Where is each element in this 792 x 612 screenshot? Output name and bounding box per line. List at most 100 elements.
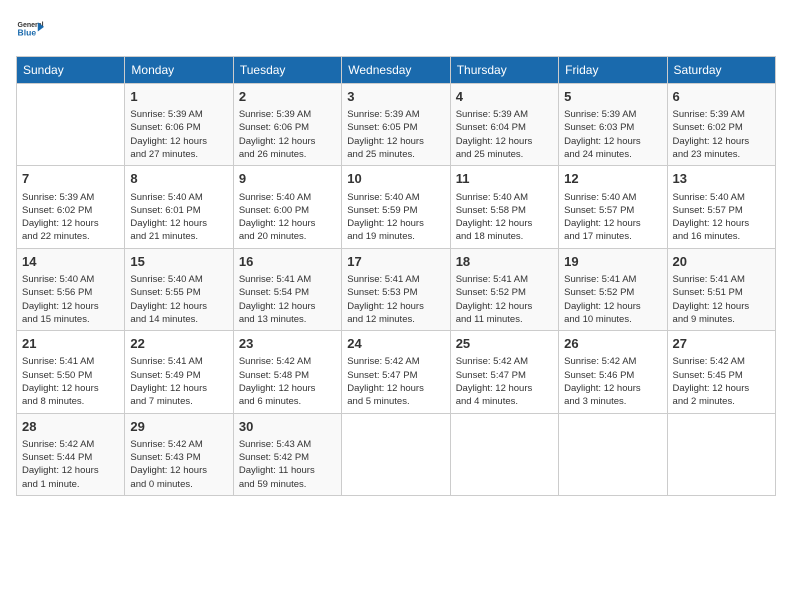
day-number: 8 <box>130 170 227 188</box>
calendar-cell: 14 Sunrise: 5:40 AM Sunset: 5:56 PM Dayli… <box>17 248 125 330</box>
calendar-table: SundayMondayTuesdayWednesdayThursdayFrid… <box>16 56 776 496</box>
day-number: 22 <box>130 335 227 353</box>
day-info: Sunrise: 5:39 AM Sunset: 6:03 PM Dayligh… <box>564 108 661 161</box>
calendar-cell <box>450 413 558 495</box>
day-info: Sunrise: 5:42 AM Sunset: 5:48 PM Dayligh… <box>239 355 336 408</box>
svg-text:Blue: Blue <box>18 27 37 37</box>
calendar-cell: 5 Sunrise: 5:39 AM Sunset: 6:03 PM Daylig… <box>559 84 667 166</box>
day-number: 7 <box>22 170 119 188</box>
day-info: Sunrise: 5:39 AM Sunset: 6:04 PM Dayligh… <box>456 108 553 161</box>
day-number: 6 <box>673 88 770 106</box>
day-info: Sunrise: 5:40 AM Sunset: 5:56 PM Dayligh… <box>22 273 119 326</box>
day-number: 23 <box>239 335 336 353</box>
day-number: 4 <box>456 88 553 106</box>
day-info: Sunrise: 5:40 AM Sunset: 6:00 PM Dayligh… <box>239 191 336 244</box>
day-info: Sunrise: 5:40 AM Sunset: 6:01 PM Dayligh… <box>130 191 227 244</box>
calendar-cell: 12 Sunrise: 5:40 AM Sunset: 5:57 PM Dayli… <box>559 166 667 248</box>
calendar-cell: 16 Sunrise: 5:41 AM Sunset: 5:54 PM Dayli… <box>233 248 341 330</box>
calendar-week-2: 14 Sunrise: 5:40 AM Sunset: 5:56 PM Dayli… <box>17 248 776 330</box>
day-info: Sunrise: 5:42 AM Sunset: 5:43 PM Dayligh… <box>130 438 227 491</box>
calendar-cell: 2 Sunrise: 5:39 AM Sunset: 6:06 PM Daylig… <box>233 84 341 166</box>
day-number: 13 <box>673 170 770 188</box>
day-number: 16 <box>239 253 336 271</box>
day-info: Sunrise: 5:39 AM Sunset: 6:05 PM Dayligh… <box>347 108 444 161</box>
day-number: 19 <box>564 253 661 271</box>
day-number: 3 <box>347 88 444 106</box>
calendar-cell: 15 Sunrise: 5:40 AM Sunset: 5:55 PM Dayli… <box>125 248 233 330</box>
calendar-cell: 6 Sunrise: 5:39 AM Sunset: 6:02 PM Daylig… <box>667 84 775 166</box>
day-info: Sunrise: 5:41 AM Sunset: 5:54 PM Dayligh… <box>239 273 336 326</box>
day-number: 18 <box>456 253 553 271</box>
day-info: Sunrise: 5:41 AM Sunset: 5:52 PM Dayligh… <box>456 273 553 326</box>
day-number: 12 <box>564 170 661 188</box>
calendar-cell: 17 Sunrise: 5:41 AM Sunset: 5:53 PM Dayli… <box>342 248 450 330</box>
day-info: Sunrise: 5:40 AM Sunset: 5:57 PM Dayligh… <box>564 191 661 244</box>
calendar-cell: 10 Sunrise: 5:40 AM Sunset: 5:59 PM Dayli… <box>342 166 450 248</box>
calendar-cell: 19 Sunrise: 5:41 AM Sunset: 5:52 PM Dayli… <box>559 248 667 330</box>
day-info: Sunrise: 5:40 AM Sunset: 5:58 PM Dayligh… <box>456 191 553 244</box>
calendar-cell: 29 Sunrise: 5:42 AM Sunset: 5:43 PM Dayli… <box>125 413 233 495</box>
calendar-cell: 4 Sunrise: 5:39 AM Sunset: 6:04 PM Daylig… <box>450 84 558 166</box>
calendar-cell: 20 Sunrise: 5:41 AM Sunset: 5:51 PM Dayli… <box>667 248 775 330</box>
day-info: Sunrise: 5:40 AM Sunset: 5:57 PM Dayligh… <box>673 191 770 244</box>
day-number: 11 <box>456 170 553 188</box>
calendar-cell: 18 Sunrise: 5:41 AM Sunset: 5:52 PM Dayli… <box>450 248 558 330</box>
header-cell-wednesday: Wednesday <box>342 57 450 84</box>
day-info: Sunrise: 5:40 AM Sunset: 5:59 PM Dayligh… <box>347 191 444 244</box>
calendar-cell: 25 Sunrise: 5:42 AM Sunset: 5:47 PM Dayli… <box>450 331 558 413</box>
calendar-cell <box>667 413 775 495</box>
day-info: Sunrise: 5:42 AM Sunset: 5:47 PM Dayligh… <box>347 355 444 408</box>
day-info: Sunrise: 5:41 AM Sunset: 5:52 PM Dayligh… <box>564 273 661 326</box>
day-info: Sunrise: 5:42 AM Sunset: 5:44 PM Dayligh… <box>22 438 119 491</box>
day-info: Sunrise: 5:41 AM Sunset: 5:50 PM Dayligh… <box>22 355 119 408</box>
header-cell-thursday: Thursday <box>450 57 558 84</box>
calendar-week-0: 1 Sunrise: 5:39 AM Sunset: 6:06 PM Daylig… <box>17 84 776 166</box>
calendar-cell <box>342 413 450 495</box>
calendar-cell: 23 Sunrise: 5:42 AM Sunset: 5:48 PM Dayli… <box>233 331 341 413</box>
day-number: 15 <box>130 253 227 271</box>
calendar-cell: 7Sunrise: 5:39 AM Sunset: 6:02 PM Daylig… <box>17 166 125 248</box>
calendar-cell: 3 Sunrise: 5:39 AM Sunset: 6:05 PM Daylig… <box>342 84 450 166</box>
day-info: Sunrise: 5:41 AM Sunset: 5:49 PM Dayligh… <box>130 355 227 408</box>
day-info: Sunrise: 5:42 AM Sunset: 5:45 PM Dayligh… <box>673 355 770 408</box>
calendar-cell: 13 Sunrise: 5:40 AM Sunset: 5:57 PM Dayli… <box>667 166 775 248</box>
calendar-cell: 21 Sunrise: 5:41 AM Sunset: 5:50 PM Dayli… <box>17 331 125 413</box>
day-number: 10 <box>347 170 444 188</box>
calendar-cell: 28 Sunrise: 5:42 AM Sunset: 5:44 PM Dayli… <box>17 413 125 495</box>
day-number: 14 <box>22 253 119 271</box>
day-number: 28 <box>22 418 119 436</box>
day-info: Sunrise: 5:41 AM Sunset: 5:53 PM Dayligh… <box>347 273 444 326</box>
day-info: Sunrise: 5:39 AM Sunset: 6:02 PM Dayligh… <box>673 108 770 161</box>
day-number: 20 <box>673 253 770 271</box>
day-number: 29 <box>130 418 227 436</box>
header-cell-monday: Monday <box>125 57 233 84</box>
header-cell-tuesday: Tuesday <box>233 57 341 84</box>
day-number: 1 <box>130 88 227 106</box>
header-cell-sunday: Sunday <box>17 57 125 84</box>
calendar-body: 1 Sunrise: 5:39 AM Sunset: 6:06 PM Daylig… <box>17 84 776 496</box>
day-number: 24 <box>347 335 444 353</box>
day-number: 2 <box>239 88 336 106</box>
day-info: Sunrise: 5:39 AM Sunset: 6:06 PM Dayligh… <box>239 108 336 161</box>
day-number: 17 <box>347 253 444 271</box>
day-number: 30 <box>239 418 336 436</box>
day-info: Sunrise: 5:42 AM Sunset: 5:46 PM Dayligh… <box>564 355 661 408</box>
header-cell-friday: Friday <box>559 57 667 84</box>
calendar-cell: 26Sunrise: 5:42 AM Sunset: 5:46 PM Dayli… <box>559 331 667 413</box>
calendar-week-4: 28 Sunrise: 5:42 AM Sunset: 5:44 PM Dayli… <box>17 413 776 495</box>
calendar-cell: 11 Sunrise: 5:40 AM Sunset: 5:58 PM Dayli… <box>450 166 558 248</box>
logo-icon: General Blue <box>16 16 44 44</box>
logo: General Blue <box>16 16 44 44</box>
day-info: Sunrise: 5:42 AM Sunset: 5:47 PM Dayligh… <box>456 355 553 408</box>
day-number: 25 <box>456 335 553 353</box>
calendar-cell <box>559 413 667 495</box>
calendar-cell: 30Sunrise: 5:43 AM Sunset: 5:42 PM Dayli… <box>233 413 341 495</box>
day-number: 5 <box>564 88 661 106</box>
day-info: Sunrise: 5:40 AM Sunset: 5:55 PM Dayligh… <box>130 273 227 326</box>
day-number: 21 <box>22 335 119 353</box>
day-info: Sunrise: 5:41 AM Sunset: 5:51 PM Dayligh… <box>673 273 770 326</box>
calendar-cell: 27Sunrise: 5:42 AM Sunset: 5:45 PM Dayli… <box>667 331 775 413</box>
calendar-cell: 9Sunrise: 5:40 AM Sunset: 6:00 PM Daylig… <box>233 166 341 248</box>
page-header: General Blue <box>16 16 776 44</box>
calendar-week-3: 21 Sunrise: 5:41 AM Sunset: 5:50 PM Dayli… <box>17 331 776 413</box>
